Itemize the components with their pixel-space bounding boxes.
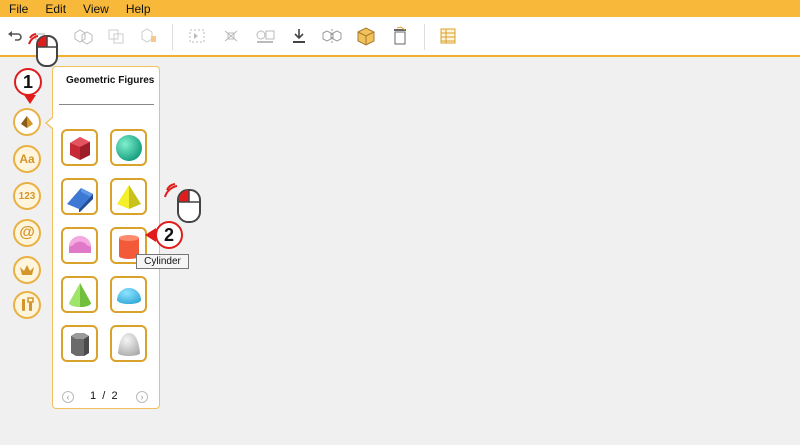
- shape-cone[interactable]: [61, 276, 98, 313]
- numbers-button[interactable]: 123: [13, 182, 41, 210]
- menu-view[interactable]: View: [74, 2, 117, 16]
- paste-icon[interactable]: [138, 25, 160, 47]
- shape-cube[interactable]: [61, 129, 98, 166]
- delete-icon[interactable]: [389, 25, 411, 47]
- shape-wedge[interactable]: [61, 178, 98, 215]
- shape-pyramid[interactable]: [110, 178, 147, 215]
- hemisphere-icon: [116, 287, 141, 304]
- cube-icon: [69, 136, 90, 160]
- toolbar-separator: [424, 24, 425, 50]
- panel-divider: [59, 104, 154, 105]
- page-current: 1: [90, 390, 97, 402]
- mouse-icon: [28, 33, 58, 67]
- page-indicator: 1 / 2: [90, 390, 118, 402]
- shape-hexagonal-prism[interactable]: [61, 325, 98, 362]
- crown-icon: [20, 265, 34, 275]
- toolbar: [0, 17, 800, 57]
- pyramid-icon: [116, 184, 141, 209]
- callout-1: 1: [14, 68, 42, 96]
- prev-page-button[interactable]: ‹: [62, 391, 74, 403]
- shape-half-cylinder[interactable]: [61, 227, 98, 264]
- panel-pointer-fill: [47, 117, 54, 129]
- sphere-icon: [115, 134, 142, 161]
- crown-button[interactable]: [13, 256, 41, 284]
- tools-button[interactable]: [13, 291, 41, 319]
- geometric-figures-button[interactable]: [13, 108, 41, 136]
- toolbar-separator: [172, 24, 173, 50]
- shapes-icon: [21, 116, 33, 128]
- menu-file[interactable]: File: [0, 2, 36, 16]
- at-button[interactable]: @: [13, 219, 41, 247]
- callout-2: 2: [155, 221, 183, 249]
- wedge-icon: [66, 187, 93, 212]
- callout-1-pointer: [24, 95, 36, 104]
- hexagonal-prism-icon: [70, 332, 89, 356]
- spreadsheet-icon[interactable]: [437, 25, 459, 47]
- tooltip: Cylinder: [136, 254, 189, 269]
- page-separator: /: [102, 390, 106, 402]
- undo-icon[interactable]: [4, 25, 26, 47]
- export-icon[interactable]: [288, 25, 310, 47]
- cone-icon: [68, 282, 91, 307]
- shape-hemisphere[interactable]: [110, 276, 147, 313]
- numbers-icon: 123: [18, 190, 36, 202]
- group-icon[interactable]: [254, 25, 276, 47]
- shape-sphere[interactable]: [110, 129, 147, 166]
- panel-title: Geometric Figures: [66, 75, 155, 86]
- at-icon: @: [19, 224, 35, 241]
- menu-bar: File Edit View Help: [0, 0, 800, 17]
- next-page-button[interactable]: ›: [136, 391, 148, 403]
- flip-icon[interactable]: [321, 25, 343, 47]
- shape-paraboloid[interactable]: [110, 325, 147, 362]
- menu-help[interactable]: Help: [117, 2, 159, 16]
- box-icon[interactable]: [355, 25, 377, 47]
- transform-icon[interactable]: [220, 25, 242, 47]
- tools-icon: [22, 297, 34, 311]
- menu-edit[interactable]: Edit: [36, 2, 74, 16]
- pager: ‹ 1 / 2 ›: [53, 389, 159, 405]
- text-button[interactable]: Aa: [13, 145, 41, 173]
- text-icon: Aa: [19, 152, 35, 166]
- paraboloid-icon: [117, 332, 140, 356]
- page-total: 2: [111, 390, 118, 402]
- duplicate-icon[interactable]: [105, 25, 127, 47]
- select-icon[interactable]: [186, 25, 208, 47]
- copy-3d-icon[interactable]: [72, 25, 94, 47]
- half-cylinder-icon: [68, 235, 91, 253]
